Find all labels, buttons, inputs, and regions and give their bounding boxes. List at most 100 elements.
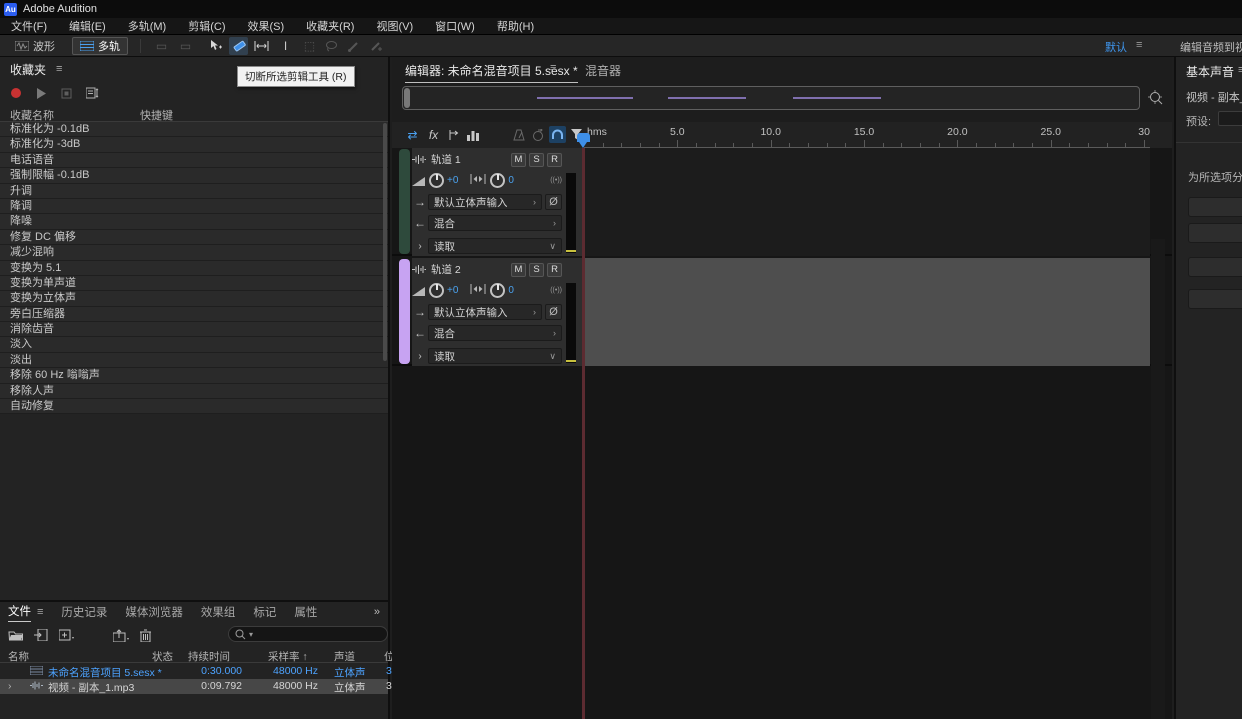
files-column-0[interactable]: 名称 — [8, 649, 29, 664]
favorite-item[interactable]: 旁白压缩器 — [0, 307, 388, 322]
preset-dropdown[interactable] — [1218, 111, 1242, 126]
new-item-icon[interactable] — [59, 629, 75, 641]
move-tool-button[interactable] — [205, 37, 224, 55]
panel-tab-媒体浏览器[interactable]: 媒体浏览器 — [125, 604, 183, 620]
pan-knob[interactable] — [490, 173, 505, 188]
null-input-button[interactable]: Ø — [545, 304, 562, 320]
favorite-item[interactable]: 升调 — [0, 184, 388, 199]
favorite-item[interactable]: 修复 DC 偏移 — [0, 230, 388, 245]
stop-icon[interactable] — [61, 88, 72, 99]
favorite-item[interactable]: 淡出 — [0, 353, 388, 368]
favorites-name-column[interactable]: 收藏名称 — [10, 107, 54, 123]
input-selector[interactable]: 默认立体声输入› — [428, 194, 542, 210]
track-color-strip[interactable] — [399, 149, 410, 254]
automation-mode-selector[interactable]: 读取∨ — [428, 238, 562, 254]
vertical-track-scrollbar[interactable] — [1151, 239, 1165, 719]
favorites-shortcut-column[interactable]: 快捷键 — [140, 107, 173, 123]
track-color-strip[interactable] — [399, 259, 410, 364]
volume-knob[interactable] — [429, 283, 444, 298]
expand-chevron-icon[interactable]: › — [8, 680, 12, 692]
favorites-scrollbar[interactable] — [383, 123, 387, 361]
text-tool-button[interactable]: I — [276, 37, 295, 55]
editor-tab-menu-icon[interactable]: ≡ — [550, 62, 556, 74]
automation-expand-icon[interactable]: › — [412, 241, 428, 252]
favorites-tab[interactable]: 收藏夹 — [10, 61, 46, 78]
record-arm-button[interactable]: R — [547, 153, 562, 167]
favorite-item[interactable]: 变换为立体声 — [0, 291, 388, 306]
files-search-input[interactable]: ▾ — [228, 626, 388, 642]
panel-tab-历史记录[interactable]: 历史记录 — [61, 604, 107, 620]
favorites-panel-menu-icon[interactable]: ≡ — [56, 63, 62, 75]
track-name[interactable]: 轨道 1 — [431, 152, 508, 167]
solo-button[interactable]: S — [529, 263, 544, 277]
marquee-selection-button[interactable]: ⬚ — [300, 37, 319, 55]
output-selector[interactable]: 混合› — [428, 325, 562, 341]
playhead-handle[interactable] — [577, 133, 590, 148]
favorite-item[interactable]: 变换为 5.1 — [0, 261, 388, 276]
razor-tool-button[interactable] — [229, 37, 248, 55]
files-panel-menu-icon[interactable]: ≡ — [37, 606, 43, 618]
menu-item-6[interactable]: 视图(V) — [365, 18, 424, 34]
panel-tab-标记[interactable]: 标记 — [253, 604, 276, 620]
favorite-item[interactable]: 标准化为 -0.1dB — [0, 122, 388, 137]
favorite-item[interactable]: 电话语音 — [0, 153, 388, 168]
file-row[interactable]: ›视频 - 副本_1.mp30:09.79248000 Hz立体声3 — [0, 679, 388, 694]
panel-tab-效果组[interactable]: 效果组 — [201, 604, 236, 620]
solo-button[interactable]: S — [529, 153, 544, 167]
mute-button[interactable]: M — [511, 263, 526, 277]
file-row[interactable]: 未命名混音项目 5.sesx *0:30.00048000 Hz立体声3 — [0, 664, 388, 679]
audio-type-button-1[interactable] — [1188, 197, 1242, 217]
export-icon[interactable] — [113, 629, 130, 642]
files-column-2[interactable]: 持续时间 — [188, 649, 230, 664]
audio-type-button-2[interactable] — [1188, 223, 1242, 243]
menu-item-7[interactable]: 窗口(W) — [424, 18, 486, 34]
trash-icon[interactable] — [140, 629, 151, 642]
metering-icon[interactable] — [464, 126, 481, 143]
favorite-item[interactable]: 标准化为 -3dB — [0, 137, 388, 152]
session-overview-bar[interactable] — [402, 86, 1140, 110]
automation-mode-selector[interactable]: 读取∨ — [428, 348, 562, 364]
favorite-item[interactable]: 自动修复 — [0, 399, 388, 414]
multitrack-view-button[interactable]: 多轨 — [72, 37, 128, 55]
mixer-tab[interactable]: 混音器 — [585, 62, 621, 79]
favorite-item[interactable]: 变换为单声道 — [0, 276, 388, 291]
files-column-4[interactable]: 声道 — [334, 649, 355, 664]
menu-item-8[interactable]: 帮助(H) — [486, 18, 545, 34]
fx-button[interactable]: fx — [425, 126, 442, 143]
record-favorite-icon[interactable] — [10, 87, 22, 99]
pan-knob[interactable] — [490, 283, 505, 298]
open-file-icon[interactable] — [8, 629, 24, 641]
spot-healing-tool-button[interactable] — [366, 37, 385, 55]
panel-tab-文件[interactable]: 文件 — [8, 603, 31, 622]
workspace-edit-audio-to-video-button[interactable]: 编辑音频到视频 — [1180, 39, 1242, 55]
skip-selection-icon[interactable] — [530, 126, 547, 143]
audio-type-button-3[interactable] — [1188, 257, 1242, 277]
record-arm-button[interactable]: R — [547, 263, 562, 277]
output-selector[interactable]: 混合› — [428, 215, 562, 231]
volume-knob[interactable] — [429, 173, 444, 188]
track-lane[interactable] — [584, 258, 1150, 366]
spectral-display-button[interactable]: ▭ — [152, 37, 171, 55]
favorite-item[interactable]: 移除人声 — [0, 384, 388, 399]
favorite-item[interactable]: 减少混响 — [0, 245, 388, 260]
files-column-1[interactable]: 状态 — [152, 649, 173, 664]
monitor-input-icon[interactable]: ((•)) — [550, 177, 562, 184]
zoom-navigate-icon[interactable] — [1148, 90, 1164, 106]
favorite-item[interactable]: 降调 — [0, 199, 388, 214]
metronome-icon[interactable] — [510, 126, 527, 143]
import-file-icon[interactable] — [34, 629, 49, 641]
favorite-item[interactable]: 淡入 — [0, 337, 388, 352]
menu-item-5[interactable]: 收藏夹(R) — [295, 18, 365, 34]
panel-tab-属性[interactable]: 属性 — [294, 604, 317, 620]
mute-button[interactable]: M — [511, 153, 526, 167]
files-column-3[interactable]: 采样率 ↑ — [268, 649, 308, 664]
snap-toggle-icon[interactable]: ⇄ — [404, 126, 421, 143]
slip-tool-button[interactable] — [252, 37, 271, 55]
play-favorite-icon[interactable] — [36, 88, 47, 99]
tabs-overflow-icon[interactable]: » — [374, 606, 380, 618]
playhead-line[interactable] — [582, 148, 585, 719]
automation-expand-icon[interactable]: › — [412, 351, 428, 362]
favorite-item[interactable]: 移除 60 Hz 嗡嗡声 — [0, 368, 388, 383]
null-input-button[interactable]: Ø — [545, 194, 562, 210]
menu-item-4[interactable]: 效果(S) — [237, 18, 296, 34]
